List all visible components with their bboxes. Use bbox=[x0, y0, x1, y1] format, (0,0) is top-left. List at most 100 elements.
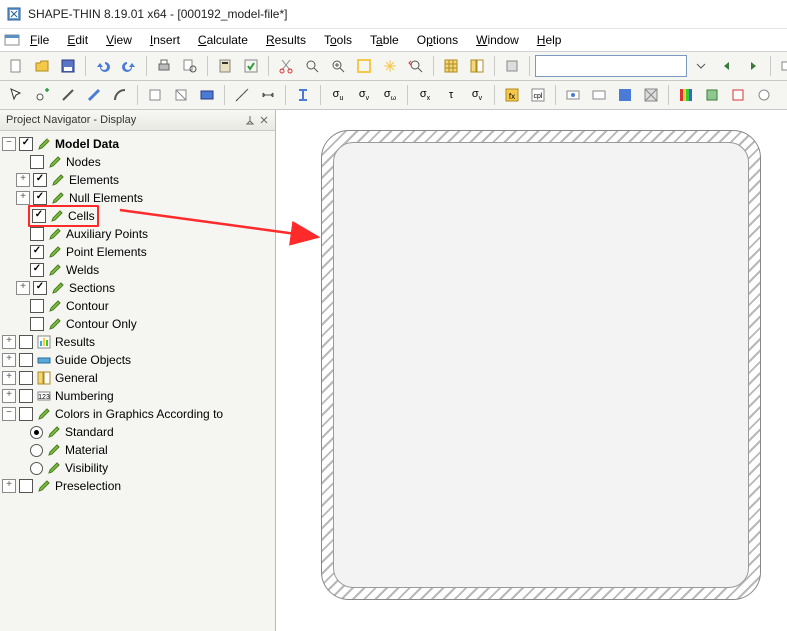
menu-results[interactable]: Results bbox=[258, 31, 314, 49]
i-section-button[interactable] bbox=[291, 83, 315, 107]
tree-numbering[interactable]: + 123 Numbering bbox=[2, 387, 273, 405]
expand-icon[interactable]: + bbox=[2, 335, 16, 349]
tree-visibility[interactable]: Visibility bbox=[2, 459, 273, 477]
sigma-omega-button[interactable]: σω bbox=[378, 83, 402, 107]
sigma-v-button[interactable]: σv bbox=[352, 83, 376, 107]
menu-file[interactable]: File bbox=[22, 31, 57, 49]
tree-model-data[interactable]: − Model Data bbox=[2, 135, 273, 153]
checkbox[interactable] bbox=[19, 389, 33, 403]
model-viewport[interactable] bbox=[276, 110, 787, 631]
checkbox[interactable] bbox=[19, 137, 33, 151]
expand-icon[interactable]: + bbox=[16, 191, 30, 205]
print-preview-button[interactable] bbox=[178, 54, 202, 78]
expand-icon[interactable]: + bbox=[16, 281, 30, 295]
tb2-c7[interactable] bbox=[752, 83, 776, 107]
new-line-button[interactable] bbox=[56, 83, 80, 107]
tb2-c6[interactable] bbox=[726, 83, 750, 107]
tree-standard[interactable]: Standard bbox=[2, 423, 273, 441]
tree-cells[interactable]: Cells bbox=[2, 207, 273, 225]
expand-icon[interactable]: + bbox=[2, 353, 16, 367]
plastic-button[interactable]: cpl bbox=[526, 83, 550, 107]
checkbox[interactable] bbox=[32, 209, 46, 223]
tree-nodes[interactable]: Nodes bbox=[2, 153, 273, 171]
tree-sections[interactable]: + Sections bbox=[2, 279, 273, 297]
sigma-x-button[interactable]: σx bbox=[413, 83, 437, 107]
tree-material[interactable]: Material bbox=[2, 441, 273, 459]
undo-button[interactable] bbox=[91, 54, 115, 78]
expand-icon[interactable]: − bbox=[2, 137, 16, 151]
menu-window[interactable]: Window bbox=[468, 31, 527, 49]
new-arc-button[interactable] bbox=[108, 83, 132, 107]
expand-icon[interactable]: + bbox=[2, 371, 16, 385]
toggle-1-button[interactable] bbox=[500, 54, 524, 78]
tb2-b3[interactable] bbox=[195, 83, 219, 107]
new-file-button[interactable] bbox=[4, 54, 28, 78]
menu-edit[interactable]: Edit bbox=[59, 31, 96, 49]
checkbox[interactable] bbox=[30, 317, 44, 331]
checkbox[interactable] bbox=[33, 173, 47, 187]
tree-point-elements[interactable]: Point Elements bbox=[2, 243, 273, 261]
tree-guide-objects[interactable]: + Guide Objects bbox=[2, 351, 273, 369]
checkbox[interactable] bbox=[30, 299, 44, 313]
checkbox[interactable] bbox=[19, 335, 33, 349]
zoom-window-button[interactable] bbox=[352, 54, 376, 78]
tree-general[interactable]: + General bbox=[2, 369, 273, 387]
new-node-button[interactable] bbox=[30, 83, 54, 107]
expand-icon[interactable]: + bbox=[16, 173, 30, 187]
checkbox[interactable] bbox=[33, 191, 47, 205]
checkbox[interactable] bbox=[33, 281, 47, 295]
measure-button[interactable] bbox=[230, 83, 254, 107]
open-file-button[interactable] bbox=[30, 54, 54, 78]
menu-help[interactable]: Help bbox=[529, 31, 570, 49]
checkbox[interactable] bbox=[30, 227, 44, 241]
tb2-c5[interactable] bbox=[700, 83, 724, 107]
tb2-c1[interactable] bbox=[561, 83, 585, 107]
tb2-b2[interactable] bbox=[169, 83, 193, 107]
tb1-ex1[interactable] bbox=[776, 54, 787, 78]
radio[interactable] bbox=[30, 444, 43, 457]
tree-colors[interactable]: − Colors in Graphics According to bbox=[2, 405, 273, 423]
tree-welds[interactable]: Welds bbox=[2, 261, 273, 279]
checkbox[interactable] bbox=[30, 155, 44, 169]
pin-icon[interactable] bbox=[245, 115, 255, 125]
expand-icon[interactable]: − bbox=[2, 407, 16, 421]
expand-icon[interactable]: + bbox=[2, 389, 16, 403]
checkbox[interactable] bbox=[19, 371, 33, 385]
menu-calculate[interactable]: Calculate bbox=[190, 31, 256, 49]
tree-contour[interactable]: Contour bbox=[2, 297, 273, 315]
checkbox[interactable] bbox=[19, 479, 33, 493]
dimension-button[interactable] bbox=[256, 83, 280, 107]
menu-insert[interactable]: Insert bbox=[142, 31, 188, 49]
previous-view-button[interactable] bbox=[404, 54, 428, 78]
tau-button[interactable]: τ bbox=[439, 83, 463, 107]
zoom-fit-button[interactable] bbox=[300, 54, 324, 78]
select-button[interactable] bbox=[4, 83, 28, 107]
calculate-button[interactable] bbox=[213, 54, 237, 78]
tb2-b1[interactable] bbox=[143, 83, 167, 107]
radio[interactable] bbox=[30, 426, 43, 439]
zoom-in-button[interactable] bbox=[326, 54, 350, 78]
cut-button[interactable] bbox=[274, 54, 298, 78]
expand-icon[interactable]: + bbox=[2, 479, 16, 493]
tb2-c3[interactable] bbox=[613, 83, 637, 107]
radio[interactable] bbox=[30, 462, 43, 475]
sigma-u-button[interactable]: σu bbox=[326, 83, 350, 107]
menu-table[interactable]: Table bbox=[362, 31, 407, 49]
menu-options[interactable]: Options bbox=[409, 31, 466, 49]
tb2-c2[interactable] bbox=[587, 83, 611, 107]
close-panel-icon[interactable] bbox=[259, 115, 269, 125]
checkbox[interactable] bbox=[19, 353, 33, 367]
save-button[interactable] bbox=[56, 54, 80, 78]
tree-results[interactable]: + Results bbox=[2, 333, 273, 351]
tree-elements[interactable]: + Elements bbox=[2, 171, 273, 189]
checkbox[interactable] bbox=[19, 407, 33, 421]
sigma-v2-button[interactable]: σv bbox=[465, 83, 489, 107]
tree-aux-points[interactable]: Auxiliary Points bbox=[2, 225, 273, 243]
prev-case-button[interactable] bbox=[715, 54, 739, 78]
check-button[interactable] bbox=[239, 54, 263, 78]
pan-button[interactable] bbox=[378, 54, 402, 78]
show-navigator-button[interactable] bbox=[465, 54, 489, 78]
checkbox[interactable] bbox=[30, 245, 44, 259]
menu-view[interactable]: View bbox=[98, 31, 140, 49]
loadcase-combo[interactable] bbox=[535, 55, 687, 77]
